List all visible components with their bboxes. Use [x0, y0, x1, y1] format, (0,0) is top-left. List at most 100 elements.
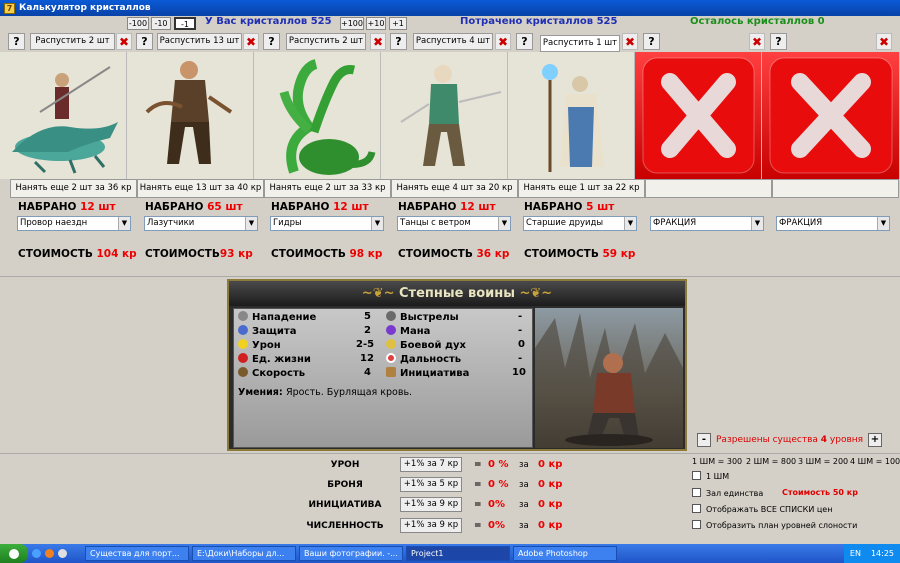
stat-attack: Нападение [238, 311, 316, 323]
help-button[interactable]: ? [516, 33, 533, 50]
level-minus-button[interactable]: - [697, 433, 711, 447]
browser-icon[interactable] [45, 549, 54, 558]
divider [0, 453, 900, 454]
option-cost: Стоимость 50 кр [782, 488, 858, 497]
dismiss-button[interactable]: Распустить 2 шт [286, 33, 366, 50]
unit-select[interactable]: Провор наездн ▼ [17, 216, 131, 231]
wind-dancer-image[interactable] [381, 52, 508, 179]
language-indicator[interactable]: EN [850, 544, 861, 563]
hire-button[interactable]: Нанять еще 2 шт за 36 кр [10, 179, 137, 198]
upgrade-button[interactable]: +1% за 5 кр [400, 477, 462, 492]
chevron-down-icon: ▼ [877, 217, 889, 230]
upgrade-equals: = [474, 521, 482, 531]
plus-10-button[interactable]: +10 [366, 17, 386, 30]
hire-button[interactable]: Нанять еще 4 шт за 20 кр [391, 179, 518, 198]
unit-select[interactable]: Танцы с ветром ▼ [397, 216, 511, 231]
upgrade-button[interactable]: +1% за 9 кр [400, 497, 462, 512]
allowed-level-text: Разрешены существа 4 уровня [716, 435, 864, 445]
taskbar-item[interactable]: Существа для порт... [85, 546, 189, 561]
empty-slot-image[interactable] [635, 52, 762, 179]
dismiss-button[interactable]: Распустить 4 шт [413, 33, 493, 50]
cost-value: 93 кр [219, 248, 253, 260]
slot-2-toolbar: ? Распустить 13 шт ✖ [127, 32, 259, 52]
faction-select[interactable]: ФРАКЦИЯ ▼ [650, 216, 764, 231]
dismiss-button[interactable]: Распустить 1 шт [540, 35, 620, 52]
dismiss-button[interactable]: Распустить 2 шт [30, 33, 115, 50]
cost-label: СТОИМОСТЬ 98 кр [271, 248, 383, 260]
minus-100-button[interactable]: -100 [127, 17, 149, 30]
dismiss-button[interactable]: Распустить 13 шт [157, 33, 242, 50]
help-button[interactable]: ? [770, 33, 787, 50]
unit-select[interactable]: Лазутчики ▼ [144, 216, 258, 231]
recruited-count: 65 шт [207, 201, 243, 213]
remove-icon[interactable]: ✖ [876, 33, 892, 50]
empty-slot-image[interactable] [762, 52, 900, 179]
upgrade-label: ИНИЦИАТИВА [308, 500, 382, 510]
option-checkbox[interactable]: Отображать ВСЕ СПИСКИ цен [692, 504, 832, 514]
lizard-rider-image[interactable] [0, 52, 127, 179]
option-checkbox[interactable]: Зал единства [692, 488, 763, 498]
stat-shots-value: - [518, 311, 523, 322]
hire-button[interactable] [772, 179, 899, 198]
help-button[interactable]: ? [643, 33, 660, 50]
upgrade-cost: 0 кр [538, 459, 563, 470]
plus-1-button[interactable]: +1 [389, 17, 407, 30]
window-titlebar[interactable]: 7 Калькулятор кристаллов [0, 0, 900, 16]
skills-text: Ярость. Бурлящая кровь. [285, 387, 413, 398]
hire-button[interactable]: Нанять еще 2 шт за 33 кр [264, 179, 391, 198]
creature-name: ~❦~ Степные воины ~❦~ [229, 281, 685, 306]
heart-icon [238, 353, 248, 363]
stat-morale: Боевой дух [386, 339, 466, 351]
upgrade-button[interactable]: +1% за 9 кр [400, 518, 462, 533]
scout-image[interactable] [127, 52, 254, 179]
option-checkbox[interactable]: 1 ШМ [692, 471, 729, 481]
taskbar-item[interactable]: Ваши фотографии. -... [299, 546, 403, 561]
hire-button[interactable]: Нанять еще 1 шт за 22 кр [518, 179, 645, 198]
plus-100-button[interactable]: +100 [340, 17, 364, 30]
faction-select[interactable]: ФРАКЦИЯ ▼ [776, 216, 890, 231]
upgrade-percent: 0 % [488, 479, 509, 490]
morale-icon [386, 339, 396, 349]
option-checkbox[interactable]: Отобразить план уровней слоности [692, 520, 857, 530]
cost-value: 104 кр [96, 248, 137, 260]
cost-label: СТОИМОСТЬ 59 кр [524, 248, 636, 260]
recruited-count: 12 шт [80, 201, 116, 213]
help-button[interactable]: ? [136, 33, 153, 50]
desktop-icon[interactable] [58, 549, 67, 558]
unit-select[interactable]: Гидры ▼ [270, 216, 384, 231]
help-button[interactable]: ? [263, 33, 280, 50]
taskbar-item-active[interactable]: Project1 [406, 546, 510, 561]
hire-button[interactable] [645, 179, 772, 198]
minus-1-button[interactable]: -1 [174, 17, 196, 30]
upgrade-percent: 0 % [488, 459, 509, 470]
start-button[interactable] [0, 544, 28, 563]
minus-10-button[interactable]: -10 [151, 17, 171, 30]
target-icon [386, 353, 396, 363]
stat-shots: Выстрелы [386, 311, 459, 323]
unit-select[interactable]: Старшие друиды ▼ [523, 216, 637, 231]
level-plus-button[interactable]: + [868, 433, 882, 447]
upgrade-button[interactable]: +1% за 7 кр [400, 457, 462, 472]
upgrade-label: БРОНЯ [327, 480, 363, 490]
chevron-down-icon: ▼ [118, 217, 130, 230]
recruited-label: НАБРАНО 12 шт [271, 201, 369, 213]
taskbar-item[interactable]: E:\Доки\Наборы дл... [192, 546, 296, 561]
creature-stats: Нападение 5 Защита 2 Урон 2-5 Ед. жизни … [233, 308, 533, 448]
creature-scene-image [535, 308, 683, 448]
recruited-count: 5 шт [586, 201, 615, 213]
upgrade-for: за [519, 500, 529, 510]
upgrade-label: ЧИСЛЕННОСТЬ [306, 521, 384, 531]
help-button[interactable]: ? [390, 33, 407, 50]
stat-defense: Защита [238, 325, 296, 337]
cost-value: 98 кр [349, 248, 383, 260]
druid-image[interactable] [508, 52, 635, 179]
cost-label: СТОИМОСТЬ 36 кр [398, 248, 510, 260]
hydra-image[interactable] [254, 52, 381, 179]
taskbar: Существа для порт... E:\Доки\Наборы дл..… [0, 544, 900, 563]
slot-4-toolbar: ? Распустить 4 шт ✖ [381, 32, 511, 52]
taskbar-item[interactable]: Adobe Photoshop [513, 546, 617, 561]
quicklaunch-icon[interactable] [32, 549, 41, 558]
hire-button[interactable]: Нанять еще 13 шт за 40 кр [137, 179, 264, 198]
stat-range-value: - [518, 353, 523, 364]
help-button[interactable]: ? [8, 33, 25, 50]
